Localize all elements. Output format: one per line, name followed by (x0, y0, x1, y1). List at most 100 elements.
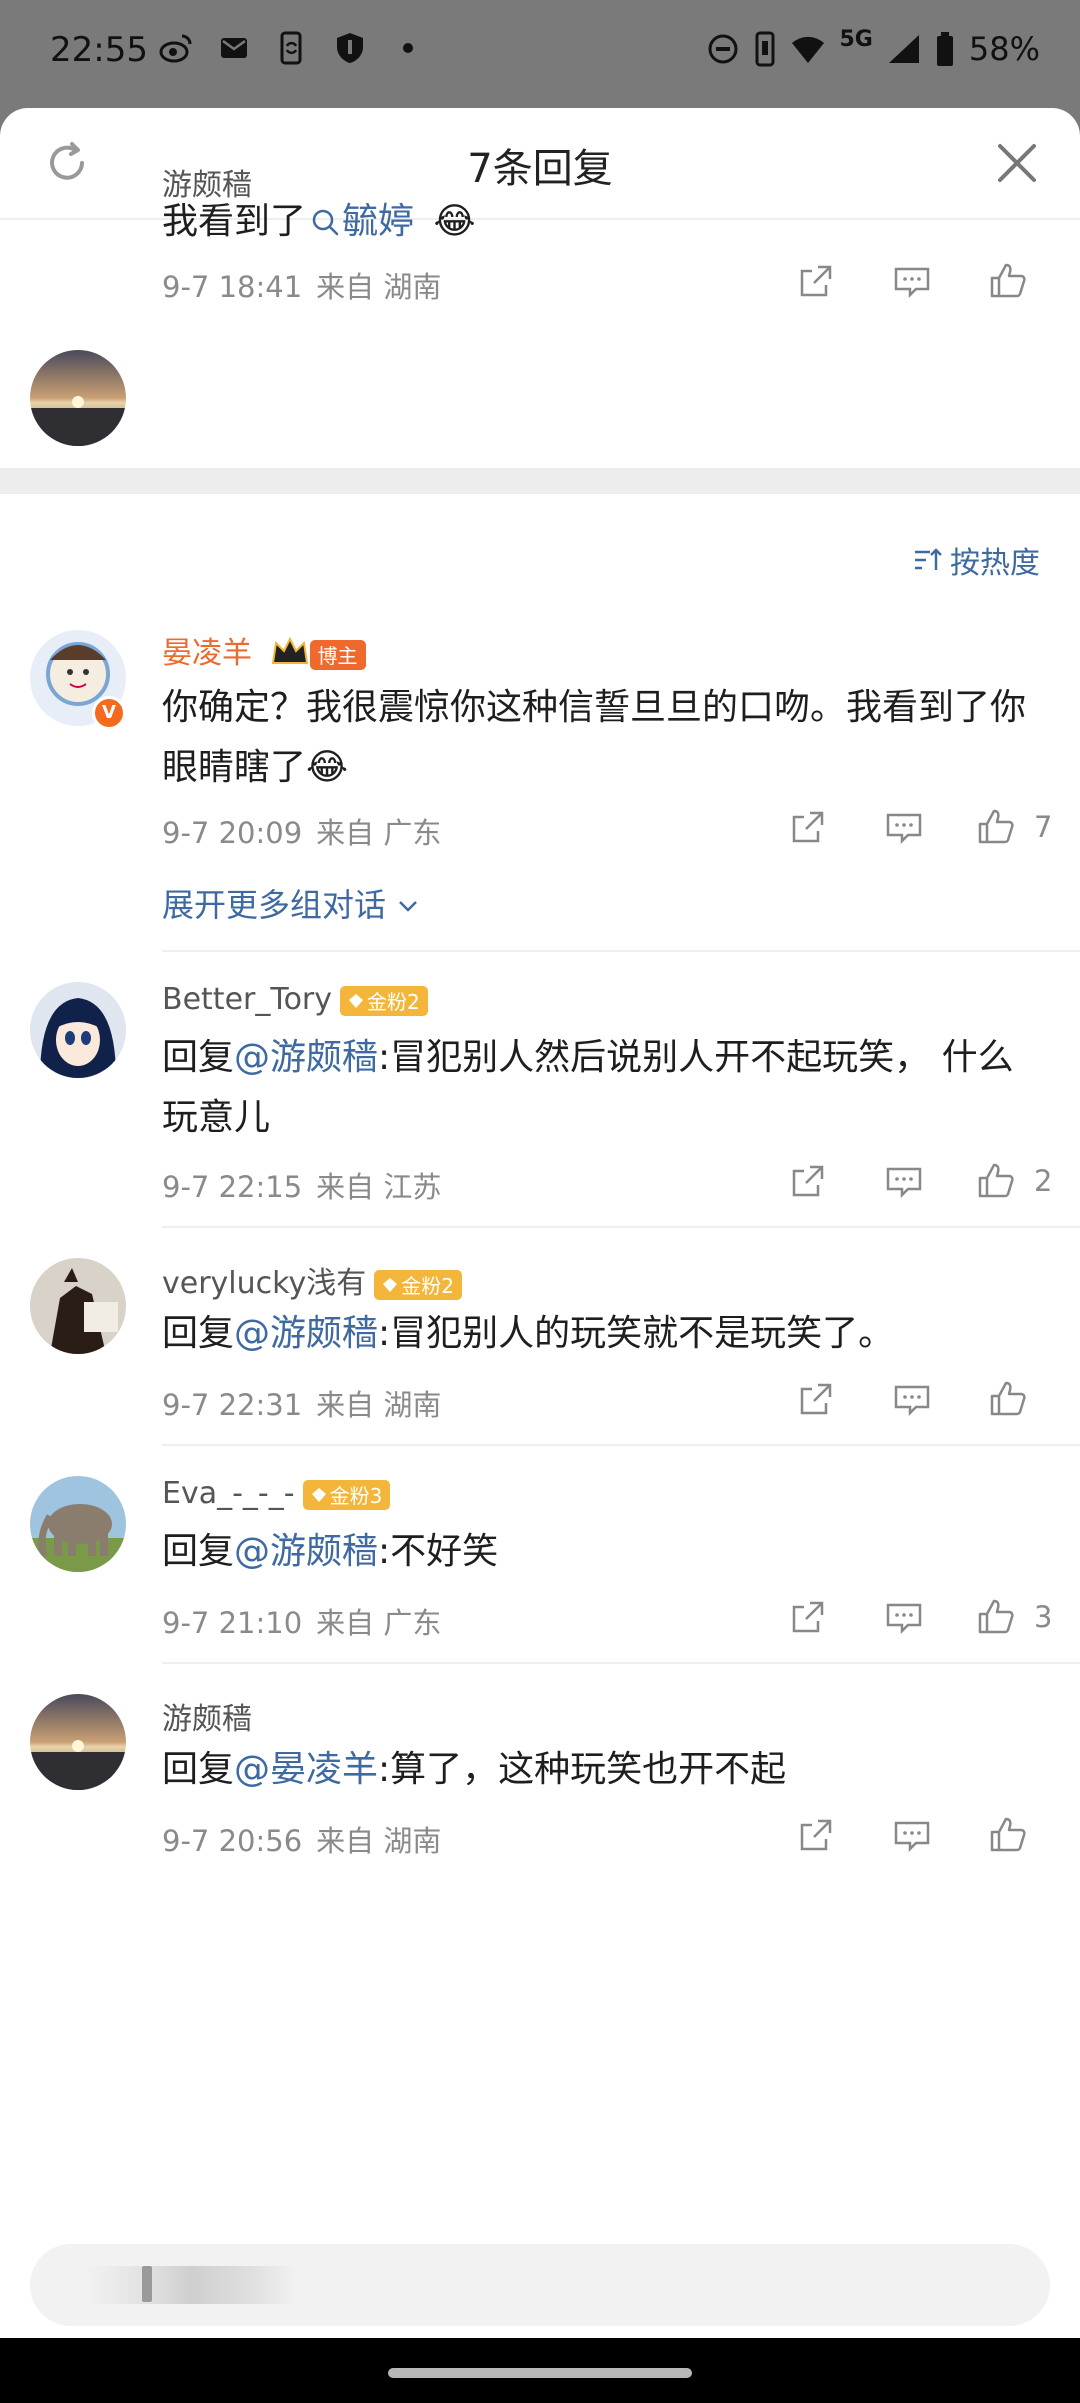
mail-icon (221, 38, 247, 58)
share-icon (800, 265, 832, 297)
avatar[interactable] (30, 982, 126, 1078)
comment-button[interactable] (864, 1810, 960, 1860)
verified-icon: V (92, 696, 126, 730)
replies-sheet: 7条回复 游颇穑 我看到了 毓婷 😂 9-7 18:41 来自 湖南 按热度 V 晏… (0, 108, 1080, 2338)
like-count: 3 (1034, 1600, 1053, 1634)
reply-actions: 7 (760, 802, 1056, 852)
share-button[interactable] (768, 1810, 864, 1860)
share-icon (792, 811, 824, 843)
mention-link[interactable]: @游颇穑 (234, 1313, 378, 1354)
status-left-icons (158, 30, 426, 66)
thumbs-up-icon (990, 263, 1026, 298)
comment-location: 来自 湖南 (316, 1824, 442, 1858)
root-comment-text: 我看到了 毓婷 😂 (162, 192, 1040, 252)
weibo-icon (159, 34, 192, 63)
reply-meta: 9-7 22:31 来自 湖南 (162, 1382, 441, 1424)
wifi-icon (791, 36, 824, 63)
comment-time: 9-7 21:10 (162, 1606, 303, 1640)
share-button[interactable] (760, 802, 856, 852)
thumbs-up-icon (978, 809, 1014, 844)
share-button[interactable] (768, 256, 864, 306)
comment-icon (894, 1385, 930, 1417)
status-time: 22:55 (50, 30, 148, 70)
input-caret (142, 2266, 152, 2302)
comment-time: 9-7 22:15 (162, 1170, 303, 1204)
reply-actions (768, 1374, 1056, 1424)
chevron-down-icon (399, 901, 418, 912)
reply-body: :冒犯别人的玩笑就不是玩笑了。 (378, 1313, 895, 1354)
network-label: 5G (839, 26, 873, 52)
reply-username-text: verylucky浅有 (162, 1266, 367, 1301)
dnd-icon (708, 34, 737, 64)
reply-prefix: 回复 (162, 1749, 235, 1790)
like-button[interactable]: 2 (952, 1156, 1056, 1206)
reply-username[interactable]: verylucky浅有 金粉2 (162, 1258, 462, 1302)
root-comment-body: 我看到了 (162, 201, 307, 242)
share-icon (800, 1819, 832, 1851)
avatar[interactable] (30, 1476, 126, 1572)
avatar[interactable] (30, 1694, 126, 1790)
comment-button[interactable] (856, 1156, 952, 1206)
like-button[interactable]: 7 (952, 802, 1056, 852)
fan-badge: 金粉3 (302, 1479, 391, 1510)
close-icon[interactable] (994, 140, 1040, 186)
fan-badge-text: 金粉2 (401, 1274, 454, 1298)
share-button[interactable] (768, 1374, 864, 1424)
fan-badge: 金粉2 (340, 985, 428, 1016)
crown-icon (271, 636, 308, 664)
share-button[interactable] (760, 1592, 856, 1642)
reply-username-text: Better_Tory (162, 982, 333, 1017)
like-button[interactable] (960, 256, 1056, 306)
mention-link[interactable]: @晏凌羊 (234, 1749, 378, 1790)
reply-actions: 3 (760, 1592, 1056, 1642)
like-count: 7 (1034, 810, 1053, 844)
like-button[interactable]: 3 (952, 1592, 1056, 1642)
like-button[interactable] (960, 1810, 1056, 1860)
search-icon (312, 209, 339, 236)
thumbs-up-icon (978, 1163, 1014, 1198)
reply-username-text: Eva_-_-_- (162, 1476, 295, 1511)
comment-icon (894, 267, 930, 299)
reply-actions (768, 1810, 1056, 1860)
mention-link[interactable]: @游颇穑 (234, 1037, 378, 1078)
section-separator (0, 468, 1080, 494)
avatar[interactable] (30, 1258, 126, 1354)
reply-username[interactable]: 游颇穑 (162, 1694, 252, 1738)
divider (162, 1444, 1080, 1446)
navigation-bar (0, 2338, 1080, 2403)
reply-username[interactable]: 晏凌羊 博主 (162, 628, 366, 672)
comment-button[interactable] (856, 1592, 952, 1642)
reply-username-text: 晏凌羊 (162, 636, 252, 671)
share-button[interactable] (760, 1156, 856, 1206)
reply-username[interactable]: Eva_-_-_- 金粉3 (162, 1476, 391, 1511)
like-button[interactable] (960, 1374, 1056, 1424)
mention-link[interactable]: @游颇穑 (234, 1531, 378, 1572)
root-meta: 9-7 18:41 来自 湖南 (162, 264, 441, 306)
comment-button[interactable] (864, 1374, 960, 1424)
avatar[interactable] (30, 350, 126, 446)
comment-button[interactable] (864, 256, 960, 306)
home-handle[interactable] (388, 2368, 692, 2378)
comment-button[interactable] (856, 802, 952, 852)
search-tag-text: 毓婷 (342, 201, 415, 242)
divider (162, 1662, 1080, 1664)
reply-prefix: 回复 (162, 1037, 235, 1078)
like-count: 2 (1034, 1164, 1053, 1198)
diamond-icon (383, 1277, 398, 1292)
fan-badge: 金粉2 (374, 1269, 462, 1300)
reply-username[interactable]: Better_Tory 金粉2 (162, 982, 428, 1017)
reply-text: 你确定？我很震惊你这种信誓旦旦的口吻。我看到了你眼睛瞎了😂 (162, 687, 1027, 788)
reply-body: :不好笑 (378, 1531, 499, 1572)
sort-toggle[interactable]: 按热度 (912, 538, 1040, 582)
reply-meta: 9-7 21:10 来自 广东 (162, 1600, 441, 1642)
battery-level: 58% (968, 30, 1040, 68)
reply-text: 回复@晏凌羊:算了，这种玩笑也开不起 (162, 1740, 1040, 1800)
expand-conversations-link[interactable]: 展开更多组对话 (162, 880, 420, 926)
comment-time: 9-7 18:41 (162, 270, 303, 304)
reply-input[interactable] (30, 2244, 1050, 2326)
reply-meta: 9-7 22:15 来自 江苏 (162, 1164, 441, 1206)
diamond-icon (349, 993, 364, 1008)
vibrate-icon (755, 31, 774, 67)
search-tag[interactable]: 毓婷 (306, 201, 414, 242)
phone-sync-icon (280, 31, 302, 65)
